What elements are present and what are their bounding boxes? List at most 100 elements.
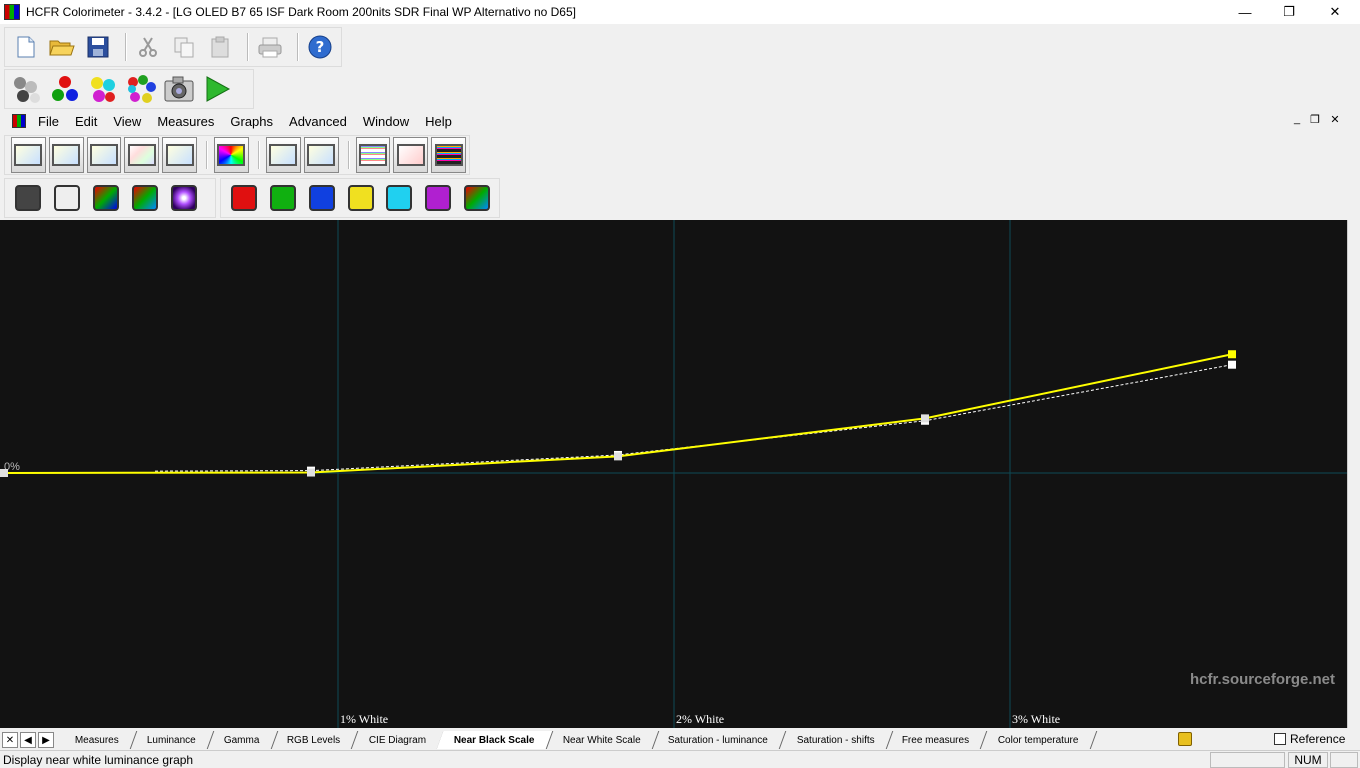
checkbox-icon[interactable] [1274, 733, 1286, 745]
free-measures-graph-icon[interactable] [393, 137, 429, 173]
tab-close-button[interactable]: ✕ [2, 732, 18, 748]
secondaries-spheres-icon[interactable] [87, 73, 119, 105]
film-rgb-icon[interactable] [89, 181, 123, 215]
pattern-toolbar-left [4, 178, 216, 218]
play-icon[interactable] [201, 73, 233, 105]
menu-bar: File Edit View Measures Graphs Advanced … [0, 110, 1360, 132]
app-icon[interactable] [4, 4, 20, 20]
tab-gamma[interactable]: Gamma [206, 731, 278, 749]
film-yellow-icon[interactable] [344, 181, 378, 215]
light-burst-icon[interactable] [167, 181, 201, 215]
measured-point [921, 414, 929, 423]
gamma-graph-icon[interactable] [86, 137, 122, 173]
measure-toolbar [4, 69, 254, 109]
tab-bar: ✕ ◀ ▶ Measures Luminance Gamma RGB Level… [0, 730, 1360, 750]
status-pane-end [1330, 752, 1358, 768]
save-icon[interactable] [83, 31, 113, 63]
standard-toolbar: ? [4, 27, 342, 67]
tab-cie-diagram[interactable]: CIE Diagram [351, 731, 445, 749]
grayscale-spheres-icon[interactable] [11, 73, 43, 105]
minimize-button[interactable]: — [1222, 0, 1268, 24]
shield-icon[interactable] [1178, 732, 1192, 746]
mdi-close-button[interactable]: ✕ [1326, 113, 1344, 126]
camera-icon[interactable] [163, 73, 195, 105]
menu-measures[interactable]: Measures [149, 114, 222, 129]
copy-icon[interactable] [169, 31, 199, 63]
mdi-minimize-button[interactable]: _ [1288, 113, 1306, 125]
reference-line [310, 364, 1233, 472]
reference-checkbox[interactable]: Reference [1274, 732, 1345, 746]
menu-window[interactable]: Window [355, 114, 417, 129]
film-magenta-icon[interactable] [421, 181, 455, 215]
print-icon[interactable] [255, 31, 285, 63]
tab-free-measures[interactable]: Free measures [885, 731, 988, 749]
measured-point [307, 468, 315, 477]
film-red-blue-icon[interactable] [128, 181, 162, 215]
tab-scroll-left-button[interactable]: ◀ [20, 732, 36, 748]
reference-label: Reference [1290, 732, 1346, 746]
luminance-chart: 1% White 2% White 3% White0%hcfr.sourcefor… [0, 220, 1347, 728]
title-bar: HCFR Colorimeter - 3.4.2 - [LG OLED B7 6… [0, 0, 1360, 24]
menu-help[interactable]: Help [417, 114, 460, 129]
menu-file[interactable]: File [30, 114, 67, 129]
tab-measures[interactable]: Measures [57, 731, 138, 749]
near-black-graph[interactable]: 1% White 2% White 3% White 0% hcfr.sourcefor… [0, 220, 1347, 728]
tab-near-white-scale[interactable]: Near White Scale [545, 731, 659, 749]
film-white-icon[interactable] [50, 181, 84, 215]
color-temperature-graph-icon[interactable] [431, 137, 466, 173]
cut-icon[interactable] [133, 31, 163, 63]
toolbar-separator [297, 33, 299, 61]
mdi-restore-button[interactable]: ❐ [1306, 113, 1324, 126]
toolbar-separator [247, 33, 249, 61]
near-black-graph-icon[interactable] [162, 137, 198, 173]
reference-point [1228, 360, 1236, 369]
status-bar: Display near white luminance graph NUM [0, 750, 1360, 768]
window-title: HCFR Colorimeter - 3.4.2 - [LG OLED B7 6… [26, 5, 576, 19]
film-green-icon[interactable] [266, 181, 300, 215]
tab-color-temperature[interactable]: Color temperature [980, 731, 1097, 749]
toolbar-separator [347, 141, 350, 169]
measured-point [0, 469, 8, 477]
open-folder-icon[interactable] [47, 31, 77, 63]
toolbar-separator [125, 33, 127, 61]
film-red-icon[interactable] [227, 181, 261, 215]
tab-luminance[interactable]: Luminance [129, 731, 215, 749]
menu-view[interactable]: View [105, 114, 149, 129]
close-button[interactable]: ✕ [1312, 0, 1358, 24]
num-lock-indicator: NUM [1288, 752, 1328, 768]
watermark: hcfr.sourceforge.net [1190, 671, 1335, 688]
near-white-graph-icon[interactable] [265, 137, 301, 173]
document-icon[interactable] [12, 114, 26, 128]
measured-point [614, 452, 622, 461]
toolbar-separator [206, 141, 209, 169]
saturation-graph-icon[interactable] [303, 137, 339, 173]
maximize-button[interactable]: ❐ [1266, 0, 1312, 24]
primaries-spheres-icon[interactable] [49, 73, 81, 105]
tab-saturation-shifts[interactable]: Saturation - shifts [779, 731, 893, 749]
x-axis-label: 2% White [676, 712, 724, 726]
status-message: Display near white luminance graph [3, 752, 194, 767]
pattern-toolbar-right [220, 178, 500, 218]
menu-graphs[interactable]: Graphs [222, 114, 281, 129]
cie-diagram-graph-icon[interactable] [214, 137, 249, 173]
new-file-icon[interactable] [11, 31, 41, 63]
saturation-shifts-graph-icon[interactable] [355, 137, 391, 173]
menu-advanced[interactable]: Advanced [281, 114, 355, 129]
vertical-scrollbar[interactable] [1347, 220, 1360, 728]
paste-icon[interactable] [205, 31, 235, 63]
all-colors-spheres-icon[interactable] [125, 73, 157, 105]
help-icon[interactable]: ? [305, 31, 335, 63]
measures-graph-icon[interactable] [11, 137, 46, 173]
rgb-levels-graph-icon[interactable] [124, 137, 160, 173]
tab-saturation-luminance[interactable]: Saturation - luminance [651, 731, 787, 749]
film-black-icon[interactable] [11, 181, 45, 215]
luminance-graph-icon[interactable] [48, 137, 84, 173]
film-cyan-icon[interactable] [382, 181, 416, 215]
tab-rgb-levels[interactable]: RGB Levels [270, 731, 360, 749]
tab-near-black-scale[interactable]: Near Black Scale [436, 731, 553, 749]
tab-scroll-right-button[interactable]: ▶ [38, 732, 54, 748]
measured-point [1228, 350, 1236, 359]
film-mixed-icon[interactable] [460, 181, 494, 215]
film-blue-icon[interactable] [305, 181, 339, 215]
menu-edit[interactable]: Edit [67, 114, 105, 129]
